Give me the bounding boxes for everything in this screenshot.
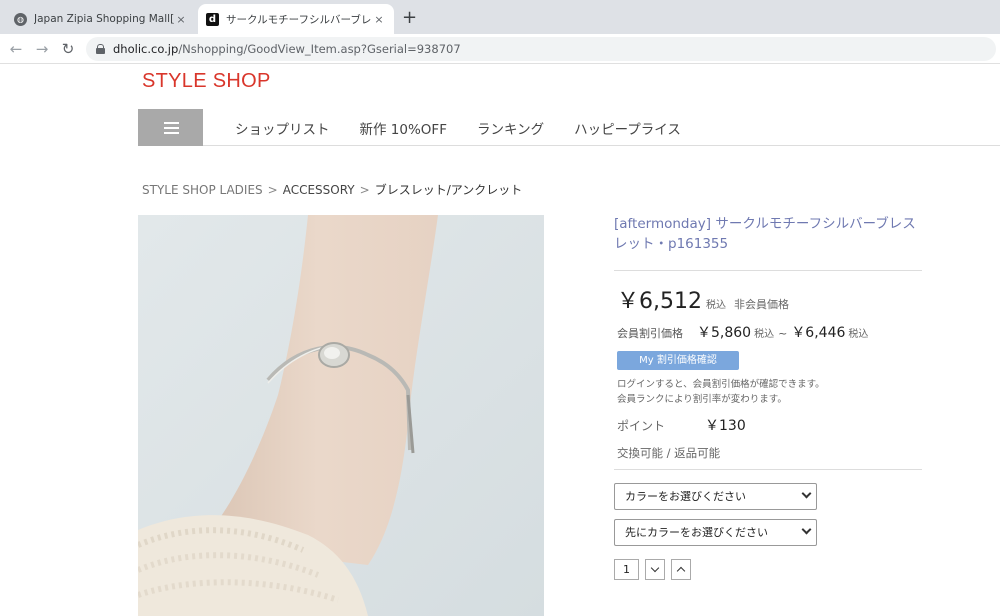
product-photo-illustration (138, 215, 544, 616)
dholic-logo-icon: d (206, 12, 219, 26)
color-select[interactable]: カラーをお選びください (614, 483, 817, 510)
breadcrumb-item[interactable]: ACCESSORY (283, 183, 355, 197)
main-nav: ショップリスト 新作 10%OFF ランキング ハッピープライス (138, 109, 1000, 146)
size-select[interactable]: 先にカラーをお選びください (614, 519, 817, 546)
quantity-increase-button[interactable] (671, 559, 691, 580)
chevron-down-icon (650, 563, 660, 573)
site-logo[interactable]: STYLE SHOP (142, 70, 271, 93)
member-price-row: 会員割引価格 ￥5,860 税込 ~ ￥6,446 税込 (617, 322, 868, 342)
address-bar: ← → ↻ dholic.co.jp/Nshopping/GoodView_It… (0, 34, 1000, 64)
divider (614, 270, 922, 271)
browser-tab-dholic[interactable]: d サークルモチーフシルバーブレスレット|レ × (198, 4, 394, 34)
chevron-down-icon (801, 488, 812, 499)
nav-shop-list[interactable]: ショップリスト (235, 118, 330, 138)
tab-title: Japan Zipia Shopping Mall[Japan (34, 13, 174, 25)
url-path: /Nshopping/GoodView_Item.asp?Gserial=938… (178, 42, 461, 56)
member-price-low: ￥5,860 (697, 325, 752, 341)
tax-label: 税込 (848, 329, 869, 340)
tax-label: 税込 (754, 329, 775, 340)
forward-arrow-icon[interactable]: → (32, 39, 52, 59)
new-tab-button[interactable]: + (402, 8, 417, 28)
nav-links: ショップリスト 新作 10%OFF ランキング ハッピープライス (235, 109, 711, 146)
member-price-label: 会員割引価格 (617, 327, 683, 340)
point-value: ￥130 (705, 418, 746, 434)
range-tilde: ~ (778, 327, 788, 340)
product-image[interactable] (138, 215, 544, 616)
point-label: ポイント (617, 419, 666, 433)
exchange-info: 交換可能 / 返品可能 (617, 446, 721, 460)
breadcrumb-item[interactable]: STYLE SHOP LADIES (142, 183, 263, 197)
member-price-high: ￥6,446 (791, 325, 846, 341)
note-line: ログインすると、会員割引価格が確認できます。 (617, 379, 825, 390)
close-tab-icon[interactable]: × (174, 13, 188, 26)
nav-happy-price[interactable]: ハッピープライス (574, 118, 681, 138)
nav-new-items[interactable]: 新作 10%OFF (360, 118, 447, 138)
quantity-input[interactable]: 1 (614, 559, 639, 580)
close-tab-icon[interactable]: × (372, 13, 386, 26)
url-input[interactable]: dholic.co.jp/Nshopping/GoodView_Item.asp… (86, 37, 996, 61)
point-row: ポイント ￥130 (617, 415, 746, 435)
breadcrumb-current[interactable]: ブレスレット/アンクレット (375, 183, 523, 197)
hamburger-icon (164, 122, 179, 124)
member-note: ログインすると、会員割引価格が確認できます。 会員ランクにより割引率が変わります… (617, 377, 825, 407)
breadcrumb: STYLE SHOP LADIES > ACCESSORY > ブレスレット/アンクレッ… (142, 181, 522, 198)
url-host: dholic.co.jp (113, 42, 179, 56)
note-line: 会員ランクにより割引率が変わります。 (617, 394, 787, 405)
quantity-decrease-button[interactable] (645, 559, 665, 580)
product-title: [aftermonday] サークルモチーフシルバーブレスレット・p161355 (614, 216, 916, 252)
chevron-up-icon (676, 566, 686, 576)
back-arrow-icon[interactable]: ← (6, 39, 26, 59)
reload-icon[interactable]: ↻ (58, 39, 78, 59)
tab-title: サークルモチーフシルバーブレスレット|レ (226, 13, 372, 26)
price-tax-label: 税込 (705, 300, 726, 311)
breadcrumb-separator: > (359, 183, 370, 197)
price: ￥6,512 (617, 289, 702, 314)
nav-ranking[interactable]: ランキング (477, 118, 544, 138)
color-select-value: カラーをお選びください (625, 490, 746, 503)
browser-tab-bar: ◍ Japan Zipia Shopping Mall[Japan × d サー… (0, 0, 1000, 34)
globe-icon: ◍ (14, 12, 27, 26)
hamburger-menu-button[interactable] (138, 109, 203, 146)
hamburger-icon-line (164, 127, 179, 129)
lock-icon (96, 44, 105, 54)
chevron-down-icon (801, 524, 812, 535)
hamburger-icon-line (164, 132, 179, 134)
my-discount-button[interactable]: My 割引価格確認 (617, 351, 739, 370)
divider (614, 469, 922, 470)
breadcrumb-separator: > (267, 183, 278, 197)
price-block: ￥6,512 税込 非会員価格 (617, 283, 789, 315)
price-note: 非会員価格 (733, 298, 789, 311)
browser-tab-zipia[interactable]: ◍ Japan Zipia Shopping Mall[Japan × (6, 4, 196, 34)
size-select-value: 先にカラーをお選びください (625, 526, 768, 539)
